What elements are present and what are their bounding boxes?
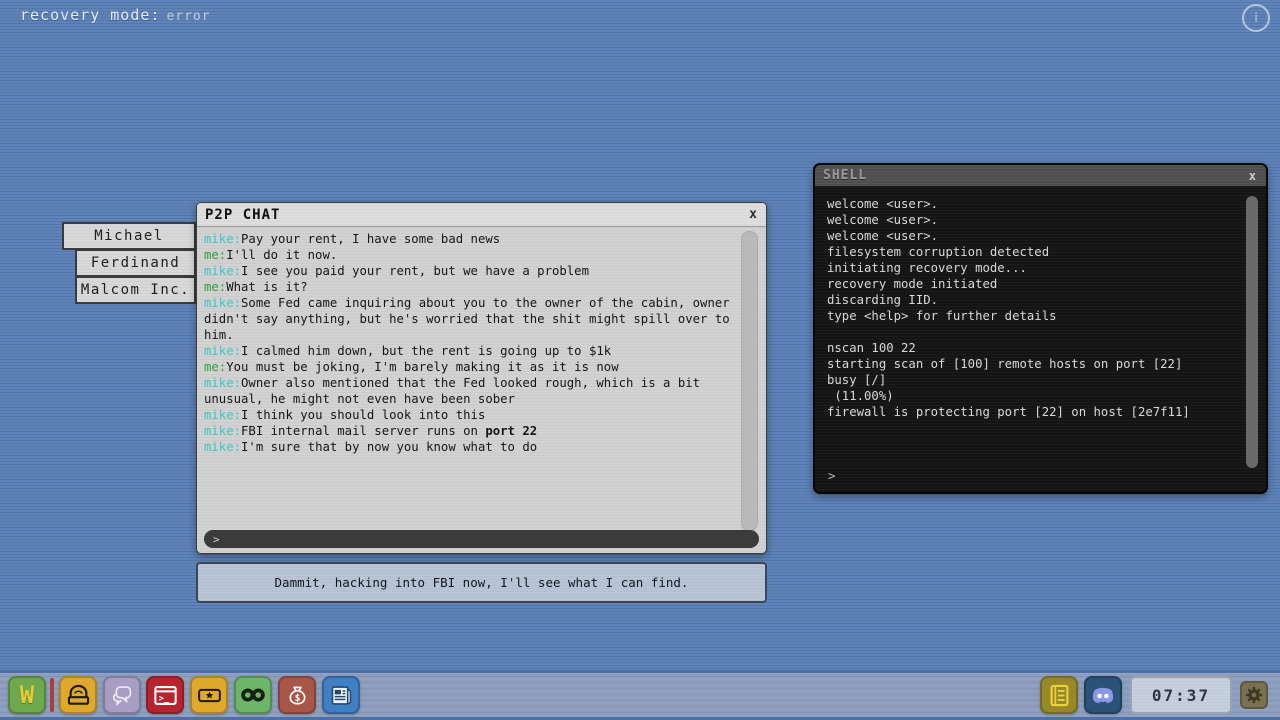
shell-input-prompt[interactable]: > bbox=[828, 469, 835, 483]
w-glyph: W bbox=[20, 681, 34, 709]
settings-gear-icon[interactable] bbox=[1240, 681, 1268, 709]
taskbar-divider bbox=[50, 678, 54, 712]
infinity-glyph bbox=[239, 681, 267, 709]
clock-text: 07:37 bbox=[1152, 686, 1210, 705]
chat-sender-prefix: mike: bbox=[204, 344, 241, 358]
shell-output-line: nscan 100 22 bbox=[827, 340, 1238, 356]
game-desktop: recovery mode: error i MichaelFerdinandM… bbox=[0, 0, 1280, 720]
terminal-glyph: >_ bbox=[152, 682, 179, 709]
chat-message: mike:I'm sure that by now you know what … bbox=[204, 439, 742, 455]
terminal-icon[interactable]: >_ bbox=[146, 676, 184, 714]
chat-message: me:You must be joking, I'm barely making… bbox=[204, 359, 742, 375]
chat-message: mike:Owner also mentioned that the Fed l… bbox=[204, 375, 742, 407]
info-icon[interactable]: i bbox=[1242, 4, 1270, 32]
shell-window: SHELL x welcome <user>.welcome <user>.we… bbox=[813, 163, 1268, 494]
recovery-mode-value: error bbox=[166, 9, 210, 24]
chat-scrollbar[interactable] bbox=[741, 231, 758, 531]
player-speech-bar: Dammit, hacking into FBI now, I'll see w… bbox=[196, 562, 767, 603]
contact-tab-malcom-inc[interactable]: Malcom Inc. bbox=[75, 276, 196, 304]
shell-output-line: welcome <user>. bbox=[827, 212, 1238, 228]
newspaper-glyph bbox=[328, 682, 355, 709]
chat-message: me:I'll do it now. bbox=[204, 247, 742, 263]
chat-sender-prefix: me: bbox=[204, 360, 226, 374]
contact-tab-michael[interactable]: Michael bbox=[62, 222, 196, 250]
chat-message-list: mike:Pay your rent, I have some bad news… bbox=[197, 226, 766, 527]
shell-output: welcome <user>.welcome <user>.welcome <u… bbox=[815, 186, 1266, 492]
chat-window-title: P2P CHAT bbox=[197, 207, 280, 223]
shell-output-line: (11.00%) bbox=[827, 388, 1238, 404]
notebook-icon[interactable] bbox=[1040, 676, 1078, 714]
newspaper-icon[interactable] bbox=[322, 676, 360, 714]
shell-output-line: initiating recovery mode... bbox=[827, 260, 1238, 276]
contact-tab-ferdinand[interactable]: Ferdinand bbox=[75, 249, 196, 277]
p2p-chat-window: P2P CHAT x mike:Pay your rent, I have so… bbox=[196, 202, 767, 554]
chat-sender-prefix: mike: bbox=[204, 440, 241, 454]
shell-titlebar[interactable]: SHELL x bbox=[815, 165, 1266, 187]
chat-sender-prefix: mike: bbox=[204, 296, 241, 310]
chat-bubbles-glyph bbox=[109, 682, 136, 709]
chat-message: mike:FBI internal mail server runs on po… bbox=[204, 423, 742, 439]
chat-message: mike:I think you should look into this bbox=[204, 407, 742, 423]
money-bag-glyph: $ bbox=[284, 682, 311, 709]
chat-sender-prefix: mike: bbox=[204, 264, 241, 278]
shell-output-line: filesystem corruption detected bbox=[827, 244, 1238, 260]
hard-drive-glyph bbox=[65, 682, 92, 709]
chat-sender-prefix: mike: bbox=[204, 424, 241, 438]
shell-output-line: busy [/] bbox=[827, 372, 1238, 388]
shell-output-line: recovery mode initiated bbox=[827, 276, 1238, 292]
chat-sender-prefix: mike: bbox=[204, 376, 241, 390]
shell-output-line: starting scan of [100] remote hosts on p… bbox=[827, 356, 1238, 372]
chat-bubbles-icon[interactable] bbox=[103, 676, 141, 714]
taskbar-clock: 07:37 bbox=[1130, 676, 1232, 714]
recovery-mode-label: recovery mode: bbox=[20, 6, 160, 24]
player-speech-text: Dammit, hacking into FBI now, I'll see w… bbox=[275, 575, 689, 590]
chat-message: mike:I calmed him down, but the rent is … bbox=[204, 343, 742, 359]
chat-sender-prefix: me: bbox=[204, 248, 226, 262]
chat-message: mike:I see you paid your rent, but we ha… bbox=[204, 263, 742, 279]
shell-output-line: welcome <user>. bbox=[827, 196, 1238, 212]
shell-output-line bbox=[827, 324, 1238, 340]
svg-text:$: $ bbox=[294, 693, 300, 704]
ticket-icon[interactable] bbox=[190, 676, 228, 714]
infinity-icon[interactable] bbox=[234, 676, 272, 714]
chat-sender-prefix: mike: bbox=[204, 408, 241, 422]
chat-sender-prefix: mike: bbox=[204, 232, 241, 246]
chat-input[interactable]: > bbox=[204, 530, 759, 548]
money-bag-icon[interactable]: $ bbox=[278, 676, 316, 714]
chat-message: mike:Some Fed came inquiring about you t… bbox=[204, 295, 742, 343]
gear-glyph bbox=[1243, 684, 1265, 706]
chat-titlebar[interactable]: P2P CHAT x bbox=[197, 203, 766, 227]
shell-window-title: SHELL bbox=[815, 168, 867, 183]
chat-message: mike:Pay your rent, I have some bad news bbox=[204, 231, 742, 247]
hard-drive-icon[interactable] bbox=[59, 676, 97, 714]
shell-output-line: welcome <user>. bbox=[827, 228, 1238, 244]
chat-input-prompt: > bbox=[213, 533, 220, 546]
shell-output-line: type <help> for further details bbox=[827, 308, 1238, 324]
shell-output-line: firewall is protecting port [22] on host… bbox=[827, 404, 1238, 420]
svg-text:>_: >_ bbox=[158, 692, 169, 702]
shell-close-icon[interactable]: x bbox=[1239, 169, 1266, 183]
recovery-status: recovery mode: error bbox=[20, 6, 211, 24]
chat-message: me:What is it? bbox=[204, 279, 742, 295]
shell-scrollbar[interactable] bbox=[1246, 196, 1258, 468]
chat-close-icon[interactable]: x bbox=[740, 207, 766, 222]
discord-glyph bbox=[1088, 680, 1118, 710]
shell-output-line: discarding IID. bbox=[827, 292, 1238, 308]
chat-sender-prefix: me: bbox=[204, 280, 226, 294]
ticket-glyph bbox=[196, 682, 223, 709]
notebook-glyph bbox=[1046, 682, 1073, 709]
w-app-icon[interactable]: W bbox=[8, 676, 46, 714]
discord-icon[interactable] bbox=[1084, 676, 1122, 714]
